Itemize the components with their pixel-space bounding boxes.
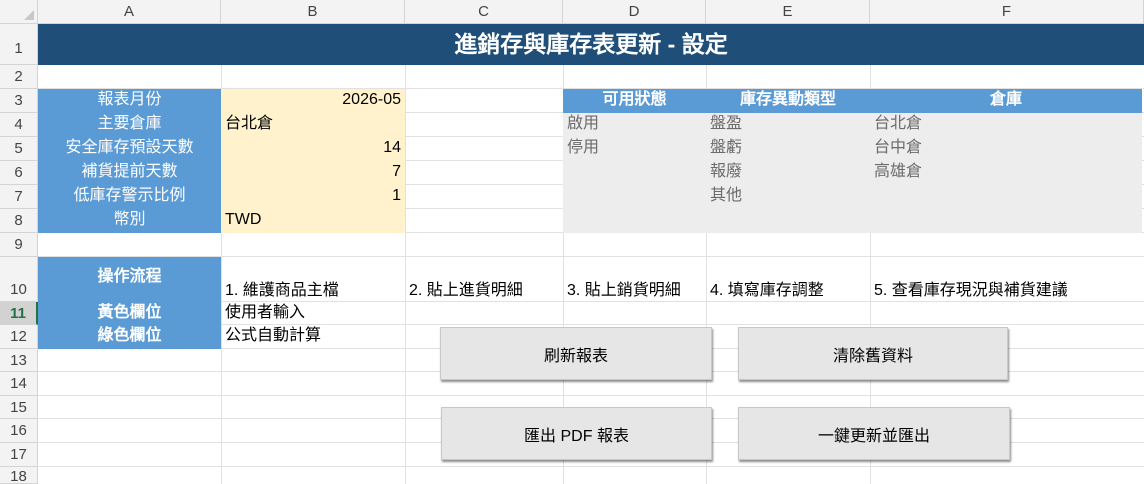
column-header-a[interactable]: A xyxy=(38,0,221,24)
list-header-warehouse[interactable]: 倉庫 xyxy=(870,89,1142,113)
row-header-13[interactable]: 13 xyxy=(0,349,38,372)
row-header-18[interactable]: 18 xyxy=(0,467,38,484)
row-header-17[interactable]: 17 xyxy=(0,443,38,467)
list-item-adjust-type[interactable]: 盤虧 xyxy=(706,137,870,161)
setting-value-report-month[interactable]: 2026-05 xyxy=(221,89,405,113)
workflow-step-1[interactable]: 1. 維護商品主檔 xyxy=(221,257,405,302)
list-header-adjust-type[interactable]: 庫存異動類型 xyxy=(706,89,870,113)
workflow-step-2[interactable]: 2. 貼上進貨明細 xyxy=(405,257,563,302)
row-header-12[interactable]: 12 xyxy=(0,325,38,349)
list-item-warehouse[interactable]: 台北倉 xyxy=(870,113,1142,137)
list-item-adjust-type[interactable]: 其他 xyxy=(706,185,870,209)
legend-desc-yellow[interactable]: 使用者輸入 xyxy=(221,302,405,325)
list-item-status[interactable]: 停用 xyxy=(563,137,706,161)
list-header-status[interactable]: 可用狀態 xyxy=(563,89,706,113)
setting-label-safety-stock-days[interactable]: 安全庫存預設天數 xyxy=(38,137,221,161)
setting-value-low-stock-ratio[interactable]: 1 xyxy=(221,185,405,209)
list-item-adjust-type[interactable]: 報廢 xyxy=(706,161,870,185)
sheet-title: 進銷存與庫存表更新 - 設定 xyxy=(38,24,1144,65)
export-pdf-button[interactable]: 匯出 PDF 報表 xyxy=(441,407,712,460)
row-header-7[interactable]: 7 xyxy=(0,185,38,209)
row-header-1[interactable]: 1 xyxy=(0,24,38,65)
row-header-4[interactable]: 4 xyxy=(0,113,38,137)
workflow-step-4[interactable]: 4. 填寫庫存調整 xyxy=(706,257,870,302)
column-header-e[interactable]: E xyxy=(706,0,870,24)
list-item-warehouse[interactable]: 台中倉 xyxy=(870,137,1142,161)
setting-value-currency[interactable]: TWD xyxy=(221,209,405,233)
column-header-c[interactable]: C xyxy=(405,0,563,24)
column-header-f[interactable]: F xyxy=(870,0,1144,24)
setting-value-lead-days[interactable]: 7 xyxy=(221,161,405,185)
clear-old-data-button[interactable]: 清除舊資料 xyxy=(738,327,1008,380)
row-header-10[interactable]: 10 xyxy=(0,257,38,302)
workflow-label[interactable]: 操作流程 xyxy=(38,257,221,302)
list-item-adjust-type[interactable]: 盤盈 xyxy=(706,113,870,137)
list-item-status[interactable]: 啟用 xyxy=(563,113,706,137)
setting-label-low-stock-ratio[interactable]: 低庫存警示比例 xyxy=(38,185,221,209)
row-header-2[interactable]: 2 xyxy=(0,65,38,89)
setting-value-main-warehouse[interactable]: 台北倉 xyxy=(221,113,405,137)
setting-label-lead-days[interactable]: 補貨提前天數 xyxy=(38,161,221,185)
setting-label-currency[interactable]: 幣別 xyxy=(38,209,221,233)
legend-desc-green[interactable]: 公式自動計算 xyxy=(221,325,405,349)
setting-label-main-warehouse[interactable]: 主要倉庫 xyxy=(38,113,221,137)
row-header-3[interactable]: 3 xyxy=(0,89,38,113)
spreadsheet[interactable]: A B C D E F 1 2 3 4 5 6 7 8 9 10 11 12 1… xyxy=(0,0,1144,484)
legend-label-yellow[interactable]: 黃色欄位 xyxy=(38,302,221,325)
update-and-export-button[interactable]: 一鍵更新並匯出 xyxy=(738,407,1010,460)
workflow-step-5[interactable]: 5. 查看庫存現況與補貨建議 xyxy=(870,257,1142,302)
column-header-d[interactable]: D xyxy=(563,0,706,24)
row-header-6[interactable]: 6 xyxy=(0,161,38,185)
row-header-14[interactable]: 14 xyxy=(0,372,38,396)
row-header-15[interactable]: 15 xyxy=(0,396,38,419)
row-header-9[interactable]: 9 xyxy=(0,233,38,257)
row-header-11[interactable]: 11 xyxy=(0,302,38,325)
row-header-8[interactable]: 8 xyxy=(0,209,38,233)
list-item-warehouse[interactable]: 高雄倉 xyxy=(870,161,1142,185)
select-all-corner[interactable] xyxy=(0,0,38,24)
refresh-report-button[interactable]: 刷新報表 xyxy=(440,327,712,380)
column-header-b[interactable]: B xyxy=(221,0,405,24)
setting-value-safety-stock-days[interactable]: 14 xyxy=(221,137,405,161)
setting-label-report-month[interactable]: 報表月份 xyxy=(38,89,221,113)
row-header-5[interactable]: 5 xyxy=(0,137,38,161)
legend-label-green[interactable]: 綠色欄位 xyxy=(38,325,221,349)
row-header-16[interactable]: 16 xyxy=(0,419,38,443)
workflow-step-3[interactable]: 3. 貼上銷貨明細 xyxy=(563,257,706,302)
